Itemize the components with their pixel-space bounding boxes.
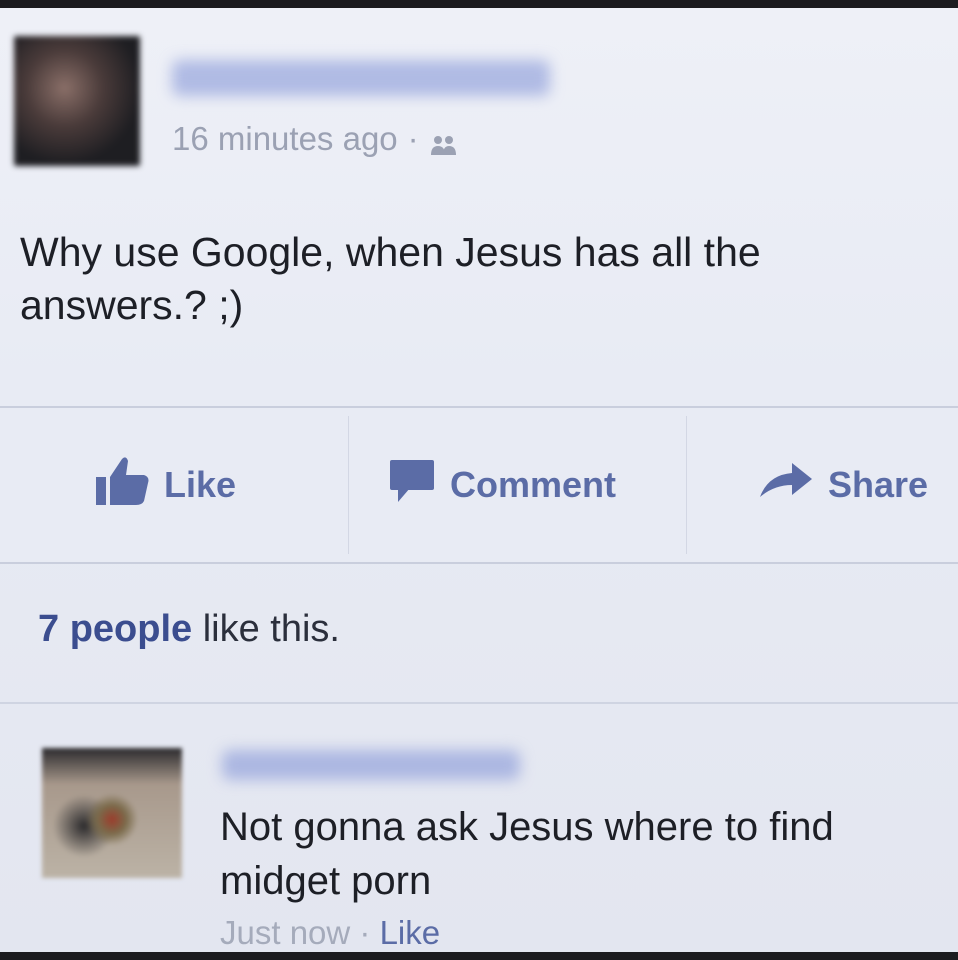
post-header: 16 minutes ago · [0,8,958,188]
section-divider [0,702,958,704]
thumbs-up-icon [94,455,150,516]
comment-text: Not gonna ask Jesus where to find midget… [220,805,834,903]
share-label: Share [828,464,929,505]
likes-summary: 7 people like this. [38,608,340,651]
comment-meta: Just now · Like [220,914,440,952]
like-label: Like [164,464,237,505]
action-divider [686,416,687,554]
friends-icon[interactable] [429,127,459,155]
share-arrow-icon [758,461,814,510]
share-button[interactable]: Share [758,408,928,562]
like-button[interactable]: Like [94,408,236,562]
comment-label: Comment [450,464,617,505]
speech-bubble-icon [388,458,436,513]
post-text: Why use Google, when Jesus has all the a… [20,229,761,328]
author-avatar[interactable] [14,36,140,166]
post-action-bar: Like Comment Share [0,406,958,564]
author-name-blurred[interactable] [172,60,550,96]
post-timestamp[interactable]: 16 minutes ago [172,120,398,158]
commenter-name-blurred[interactable] [222,750,520,780]
meta-separator: · [350,914,380,951]
commenter-avatar[interactable] [42,748,182,878]
comment-like-link[interactable]: Like [380,914,441,951]
likes-suffix: like this. [192,608,340,650]
post-meta: 16 minutes ago · [172,120,459,158]
comment-button[interactable]: Comment [388,408,616,562]
meta-separator: · [407,120,419,157]
likes-count-link[interactable]: 7 people [38,608,192,650]
action-divider [348,416,349,554]
comment-timestamp[interactable]: Just now [220,914,350,951]
facebook-post-screen: 16 minutes ago · Why use Google, when Je… [0,8,958,952]
